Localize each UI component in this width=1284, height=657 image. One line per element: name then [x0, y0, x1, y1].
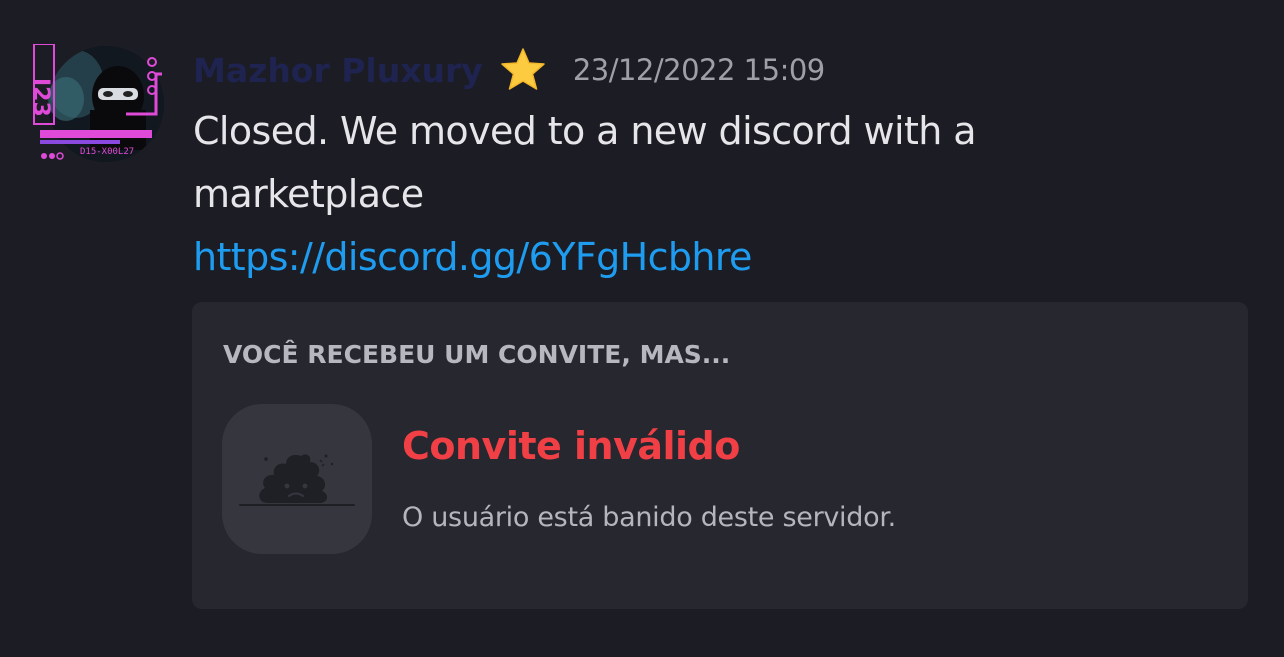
sad-poop-icon [222, 404, 372, 554]
avatar-image: I23 D15-X00L27 [28, 43, 164, 162]
message-header: Mazhor Pluxury 23/12/2022 15:09 [193, 44, 825, 96]
author-name[interactable]: Mazhor Pluxury [193, 51, 483, 90]
svg-text:D15-X00L27: D15-X00L27 [80, 147, 134, 157]
svg-text:I23: I23 [28, 78, 53, 117]
message-text-line-1: Closed. We moved to a new discord with a [193, 109, 977, 153]
message-timestamp: 23/12/2022 15:09 [572, 53, 825, 87]
star-icon [499, 46, 547, 94]
message-content: Closed. We moved to a new discord with a… [193, 100, 1253, 289]
invite-status-title: Convite inválido [402, 424, 740, 468]
user-avatar[interactable]: I23 D15-X00L27 [26, 43, 164, 166]
invite-heading: VOCÊ RECEBEU UM CONVITE, MAS... [223, 340, 731, 369]
chat-message: I23 D15-X00L27 Mazhor Pluxury 23/12/2022… [0, 0, 1284, 657]
invite-embed: VOCÊ RECEBEU UM CONVITE, MAS... Convite … [192, 302, 1248, 609]
invite-link[interactable]: https://discord.gg/6YFgHcbhre [193, 226, 1253, 289]
message-text-line-2: marketplace [193, 172, 424, 216]
invite-status-description: O usuário está banido deste servidor. [402, 502, 896, 533]
